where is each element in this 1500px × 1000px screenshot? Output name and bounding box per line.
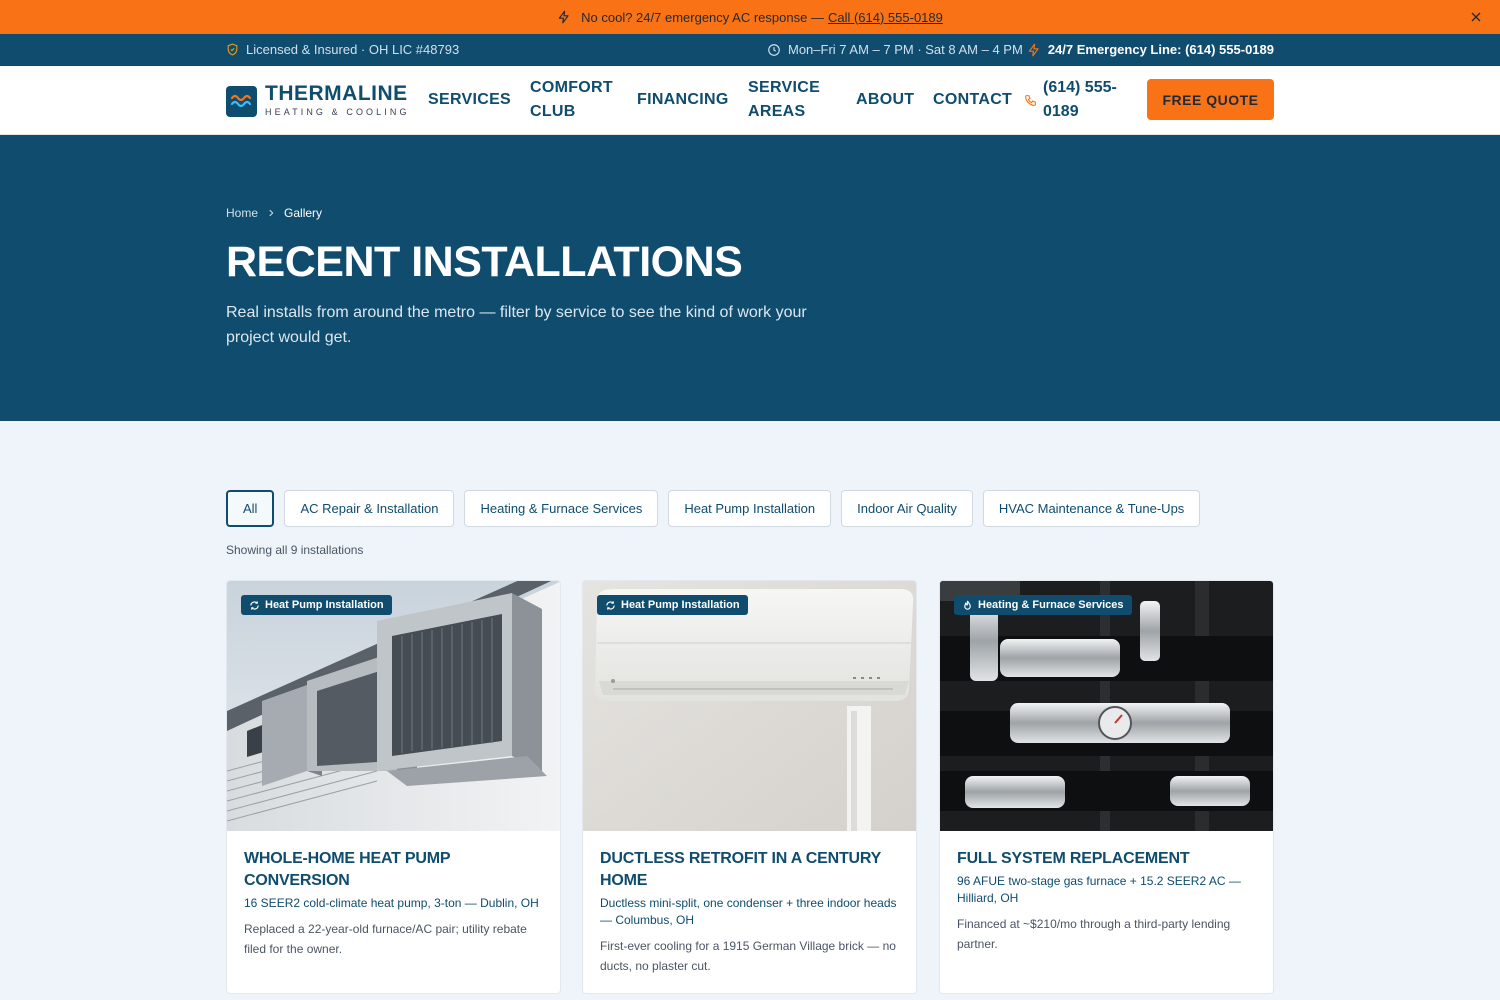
card-description: Replaced a 22-year-old furnace/AC pair; … <box>244 922 527 956</box>
page-subtitle: Real installs from around the metro — fi… <box>226 304 807 346</box>
phone-icon <box>1025 95 1036 106</box>
utility-bar: Licensed & Insured · OH LIC #48793 Mon–F… <box>0 34 1500 66</box>
filter-all[interactable]: All <box>226 490 275 527</box>
emergency-line[interactable]: 24/7 Emergency Line: (614) 555-0189 <box>1027 42 1274 57</box>
category-badge: Heat Pump Installation <box>597 595 748 615</box>
card-image-furnace-pipes: Heating & Furnace Services <box>940 581 1273 831</box>
breadcrumb: Home Gallery <box>226 206 322 220</box>
filter-ac-repair[interactable]: AC Repair & Installation <box>284 490 455 527</box>
breadcrumb-home[interactable]: Home <box>226 206 258 220</box>
card-title: FULL SYSTEM REPLACEMENT <box>957 850 1190 867</box>
filter-heat-pump[interactable]: Heat Pump Installation <box>668 490 832 527</box>
chevron-right-icon <box>269 209 274 217</box>
refresh-icon <box>606 600 615 610</box>
category-badge: Heating & Furnace Services <box>954 595 1132 615</box>
hero-section: Home Gallery RECENT INSTALLATIONS Real i… <box>0 135 1500 421</box>
business-hours: Mon–Fri 7 AM – 7 PM · Sat 8 AM – 4 PM <box>767 42 1023 57</box>
card-spec: 96 AFUE two-stage gas furnace + 15.2 SEE… <box>957 874 1241 905</box>
nav-comfort-club[interactable]: COMFORT CLUB <box>530 76 620 124</box>
wave-logo-icon <box>226 85 257 117</box>
filter-indoor-air-quality[interactable]: Indoor Air Quality <box>841 490 973 527</box>
refresh-icon <box>250 600 259 610</box>
brand-tagline: HEATING & COOLING <box>265 107 410 117</box>
installation-card[interactable]: Heating & Furnace Services FULL SYSTEM R… <box>939 580 1274 994</box>
nav-contact[interactable]: CONTACT <box>933 88 1012 112</box>
results-count: Showing all 9 installations <box>226 543 364 557</box>
flame-icon <box>964 600 971 610</box>
card-title: DUCTLESS RETROFIT IN A CENTURY HOME <box>600 850 881 889</box>
free-quote-button[interactable]: FREE QUOTE <box>1147 79 1274 120</box>
nav-financing[interactable]: FINANCING <box>637 88 729 112</box>
promo-text: No cool? 24/7 emergency AC response — <box>581 9 824 25</box>
filter-heating-furnace[interactable]: Heating & Furnace Services <box>464 490 659 527</box>
nav-services[interactable]: SERVICES <box>428 88 511 112</box>
card-image-mini-split: Heat Pump Installation <box>583 581 916 831</box>
header-phone[interactable]: (614) 555-0189 <box>1024 76 1133 124</box>
lightning-icon <box>1028 43 1039 56</box>
close-icon[interactable] <box>1468 9 1484 25</box>
card-image-outdoor-heat-pumps: Heat Pump Installation <box>227 581 560 831</box>
card-spec: 16 SEER2 cold-climate heat pump, 3-ton —… <box>244 896 539 910</box>
promo-call-link[interactable]: Call (614) 555-0189 <box>828 10 943 25</box>
breadcrumb-current: Gallery <box>284 206 323 220</box>
filter-hvac-maintenance[interactable]: HVAC Maintenance & Tune-Ups <box>982 490 1201 527</box>
brand-logo[interactable]: THERMALINE HEATING & COOLING <box>226 82 410 118</box>
installation-card[interactable]: Heat Pump Installation WHOLE-HOME HEAT P… <box>226 580 561 994</box>
phone-number: (614) 555-0189 <box>1043 79 1117 120</box>
site-header: THERMALINE HEATING & COOLING SERVICES CO… <box>0 66 1500 135</box>
installation-card[interactable]: Heat Pump Installation DUCTLESS RETROFIT… <box>582 580 917 994</box>
shield-icon <box>227 43 238 56</box>
card-description: Financed at ~$210/mo through a third-par… <box>957 917 1231 951</box>
license-info: Licensed & Insured · OH LIC #48793 <box>226 42 459 57</box>
nav-service-areas[interactable]: SERVICE AREAS <box>748 76 833 124</box>
clock-icon <box>768 43 780 56</box>
page-title: RECENT INSTALLATIONS <box>226 238 743 286</box>
promo-banner: No cool? 24/7 emergency AC response — Ca… <box>0 0 1500 34</box>
nav-about[interactable]: ABOUT <box>856 88 914 112</box>
card-description: First-ever cooling for a 1915 German Vil… <box>600 939 896 973</box>
category-badge: Heat Pump Installation <box>241 595 392 615</box>
card-spec: Ductless mini-split, one condenser + thr… <box>600 896 897 927</box>
brand-name: THERMALINE <box>265 82 408 105</box>
service-filter-bar: All AC Repair & Installation Heating & F… <box>226 490 1201 527</box>
lightning-icon <box>558 10 569 24</box>
card-title: WHOLE-HOME HEAT PUMP CONVERSION <box>244 850 451 889</box>
